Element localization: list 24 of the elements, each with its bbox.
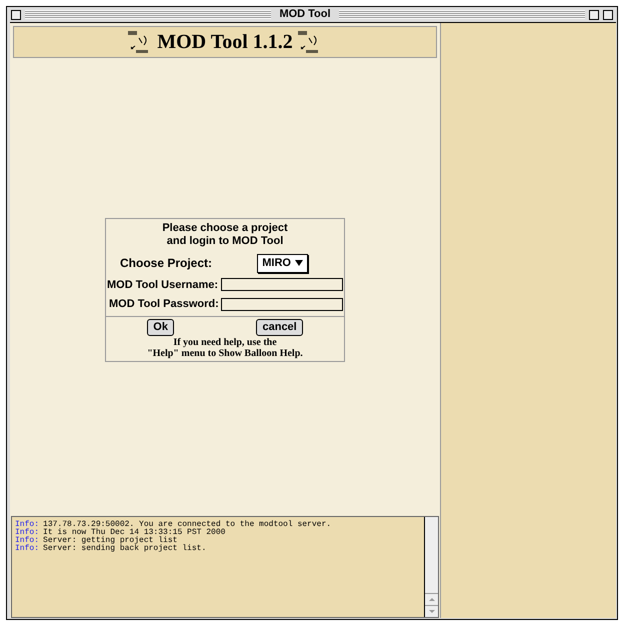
log-tag: Info: <box>15 537 40 545</box>
cancel-button[interactable]: cancel <box>256 318 303 336</box>
log-message: 137.78.73.29:50002. You are connected to the modtool server. <box>43 521 332 529</box>
ok-button[interactable]: Ok <box>147 318 174 336</box>
caret-icon <box>295 260 303 266</box>
window-title: MOD Tool <box>278 9 332 20</box>
help-text: If you need help, use the "Help" menu to Show Balloon Help. <box>147 336 303 358</box>
username-label: MOD Tool Username: <box>107 278 218 292</box>
log-tag: Info: <box>15 545 40 553</box>
project-dropdown[interactable]: MIRO <box>257 254 308 272</box>
username-field[interactable] <box>221 278 343 292</box>
close-box-icon[interactable] <box>11 10 21 20</box>
password-label: MOD Tool Password: <box>109 297 219 312</box>
project-label: Choose Project: <box>120 255 212 272</box>
log-message: It is now Thu Dec 14 13:33:15 PST 2000 <box>43 529 226 537</box>
log-tag: Info: <box>15 529 40 537</box>
app-title: MOD Tool 1.1.2 <box>157 30 293 55</box>
collapse-box-icon[interactable] <box>603 10 613 20</box>
log-message: Server: getting project list <box>43 537 178 545</box>
password-field[interactable] <box>221 298 343 311</box>
log-message: Server: sending back project list. <box>43 545 206 553</box>
login-heading: Please choose a project and login to MOD Tool <box>162 222 288 248</box>
log-tag: Info: <box>15 521 40 529</box>
zoom-box-icon[interactable] <box>589 10 599 20</box>
